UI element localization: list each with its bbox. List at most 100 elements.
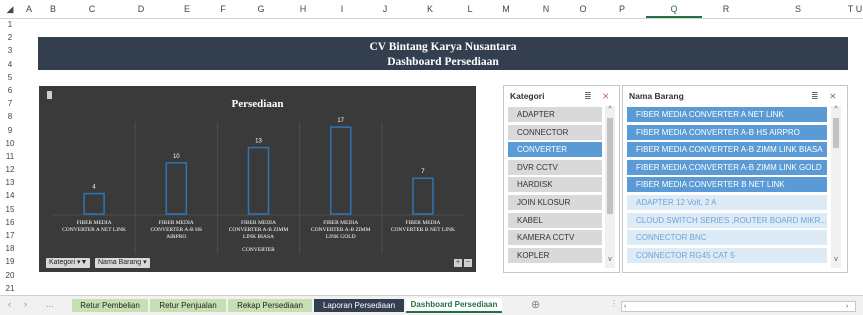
scroll-thumb[interactable] — [607, 118, 613, 214]
slicer-kategori-item[interactable]: KABEL — [508, 212, 602, 228]
column-header-o[interactable]: O — [568, 0, 598, 18]
row-header-4[interactable]: 4 — [0, 58, 20, 71]
slicer-kategori-item[interactable]: DVR CCTV — [508, 159, 602, 175]
row-header-13[interactable]: 13 — [0, 176, 20, 189]
expand-button[interactable]: + — [454, 259, 462, 267]
slicer-kategori-scrollbar[interactable]: ^ v — [605, 106, 615, 268]
column-header-c[interactable]: C — [68, 0, 116, 18]
column-header-u[interactable]: U — [855, 0, 863, 18]
column-header-q[interactable]: Q — [646, 0, 702, 18]
sheet-tab[interactable]: Retur Penjualan — [150, 299, 226, 312]
column-header-t[interactable]: T — [846, 0, 855, 18]
row-header-9[interactable]: 9 — [0, 124, 20, 137]
row-header-6[interactable]: 6 — [0, 84, 20, 97]
row-header-19[interactable]: 19 — [0, 255, 20, 268]
horizontal-scrollbar[interactable]: ‹ › — [621, 301, 856, 312]
scroll-down-icon[interactable]: v — [832, 256, 840, 263]
row-header-20[interactable]: 20 — [0, 269, 20, 282]
nama-barang-field-button[interactable]: Nama Barang ▾ — [95, 258, 150, 268]
chart-plot: 4FIBER MEDIACONVERTER A NET LINK10FIBER … — [53, 118, 464, 254]
slicer-nama-barang-item[interactable]: ADAPTER 12 Volt, 2 A — [627, 195, 827, 210]
row-header-12[interactable]: 12 — [0, 163, 20, 176]
persediaan-chart[interactable]: Persediaan 4 FIBER MEDIA CONVERTER A NET L… — [39, 86, 476, 272]
row-header-17[interactable]: 17 — [0, 229, 20, 242]
column-header-h[interactable]: H — [284, 0, 322, 18]
column-header-i[interactable]: I — [322, 0, 362, 18]
multi-select-icon[interactable]: ≣ — [811, 91, 819, 102]
chart-bar[interactable] — [83, 192, 105, 215]
column-header-g[interactable]: G — [238, 0, 284, 18]
row-header-3[interactable]: 3 — [0, 44, 20, 57]
sheet-tab[interactable]: Laporan Persediaan — [314, 299, 404, 312]
slicer-kategori-item[interactable]: KAMERA CCTV — [508, 230, 602, 246]
chart-bar[interactable] — [247, 146, 270, 215]
chart-bar[interactable] — [165, 162, 188, 215]
row-header-10[interactable]: 10 — [0, 137, 20, 150]
row-header-7[interactable]: 7 — [0, 97, 20, 110]
more-tabs-button[interactable]: ... — [46, 299, 54, 309]
column-header-s[interactable]: S — [750, 0, 846, 18]
row-header-2[interactable]: 2 — [0, 31, 20, 44]
scroll-up-icon[interactable]: ^ — [606, 106, 614, 113]
tab-next-icon[interactable]: › — [24, 299, 27, 309]
multi-select-icon[interactable]: ≣ — [584, 91, 592, 102]
row-header-16[interactable]: 16 — [0, 216, 20, 229]
slicer-kategori-item[interactable]: KOPLER — [508, 247, 602, 263]
clear-filter-icon[interactable]: ⨯ — [602, 91, 610, 102]
slicer-kategori-item[interactable]: JOIN KLOSUR — [508, 195, 602, 210]
dashboard-banner: CV Bintang Karya Nusantara Dashboard Per… — [38, 37, 848, 70]
slicer-kategori-item[interactable]: ADAPTER — [508, 107, 602, 122]
collapse-button[interactable]: − — [464, 259, 472, 267]
column-header-k[interactable]: K — [408, 0, 452, 18]
column-header-e[interactable]: E — [166, 0, 208, 18]
row-header-15[interactable]: 15 — [0, 203, 20, 216]
sheet-tab[interactable]: Rekap Persediaan — [228, 299, 312, 312]
sheet-tab[interactable]: Dashboard Persediaan — [406, 298, 502, 313]
column-header-p[interactable]: P — [598, 0, 646, 18]
row-header-8[interactable]: 8 — [0, 110, 20, 123]
column-header-j[interactable]: J — [362, 0, 408, 18]
row-header-11[interactable]: 11 — [0, 150, 20, 163]
slicer-nama-barang-item[interactable]: FIBER MEDIA CONVERTER A-B ZIMM LINK BIAS… — [627, 142, 827, 158]
splitter-handle[interactable]: ⋮ — [610, 299, 618, 312]
slicer-nama-barang-item[interactable]: FIBER MEDIA CONVERTER A NET LINK — [627, 107, 827, 122]
slicer-kategori-item[interactable]: HARDISK — [508, 177, 602, 193]
scroll-thumb[interactable] — [833, 118, 839, 148]
kategori-field-button[interactable]: Kategori ▾▼ — [46, 258, 91, 268]
tab-prev-icon[interactable]: ‹ — [8, 299, 11, 309]
row-header-1[interactable]: 1 — [0, 18, 20, 31]
row-header-21[interactable]: 21 — [0, 282, 20, 295]
hscroll-left-icon[interactable]: ‹ — [624, 302, 626, 311]
sheet-tab[interactable]: Retur Pembelian — [72, 299, 148, 312]
scroll-up-icon[interactable]: ^ — [832, 106, 840, 113]
slicer-nama-barang-item[interactable]: CLOUD SWITCH SERIES ,ROUTER BOARD MIKR..… — [627, 212, 827, 228]
chart-category-label: CONVERTER B NET LINK — [391, 227, 455, 233]
select-all-corner[interactable]: ◢ — [0, 0, 20, 18]
column-header-l[interactable]: L — [452, 0, 488, 18]
row-header-14[interactable]: 14 — [0, 189, 20, 202]
clear-filter-icon[interactable]: ⨯ — [829, 91, 837, 102]
scroll-down-icon[interactable]: v — [606, 256, 614, 263]
slicer-nama-barang-item[interactable]: CONNECTOR BNC — [627, 230, 827, 246]
slicer-nama-barang-scrollbar[interactable]: ^ v — [831, 106, 841, 268]
slicer-kategori-item[interactable]: CONNECTOR — [508, 124, 602, 140]
column-header-f[interactable]: F — [208, 0, 238, 18]
column-header-b[interactable]: B — [38, 0, 68, 18]
chart-bar[interactable] — [329, 126, 352, 215]
slicer-nama-barang-item[interactable]: FIBER MEDIA CONVERTER A-B HS AIRPRO — [627, 124, 827, 140]
row-header-18[interactable]: 18 — [0, 242, 20, 255]
column-header-n[interactable]: N — [524, 0, 568, 18]
column-header-d[interactable]: D — [116, 0, 166, 18]
slicer-nama-barang-item[interactable]: FIBER MEDIA CONVERTER A-B ZIMM LINK GOLD — [627, 159, 827, 175]
slicer-nama-barang-item[interactable]: CONNECTOR RG45 CAT 5 — [627, 247, 827, 263]
add-sheet-icon[interactable]: ⊕ — [531, 298, 540, 311]
chart-category-label: LINK BIASA — [243, 234, 274, 240]
hscroll-right-icon[interactable]: › — [846, 302, 848, 311]
column-header-r[interactable]: R — [702, 0, 750, 18]
row-header-5[interactable]: 5 — [0, 71, 20, 84]
column-header-m[interactable]: M — [488, 0, 524, 18]
slicer-nama-barang-item[interactable]: FIBER MEDIA CONVERTER B NET LINK — [627, 177, 827, 193]
column-header-a[interactable]: A — [20, 0, 38, 18]
chart-bar[interactable] — [412, 177, 434, 215]
slicer-kategori-item[interactable]: CONVERTER — [508, 142, 602, 158]
